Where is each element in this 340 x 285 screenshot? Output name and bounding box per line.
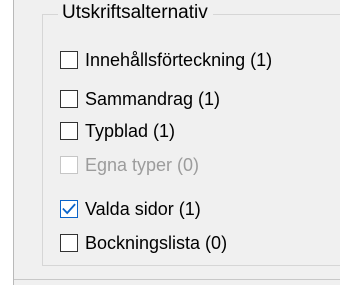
option-summary[interactable]: Sammandrag (1) bbox=[60, 86, 220, 112]
checkbox-checked[interactable] bbox=[60, 200, 78, 218]
group-title: Utskriftsalternativ bbox=[58, 2, 213, 24]
option-label: Sammandrag (1) bbox=[85, 89, 221, 109]
option-bending-list[interactable]: Bockningslista (0) bbox=[60, 230, 227, 256]
option-custom-types: Egna typer (0) bbox=[60, 152, 199, 178]
checkbox-unchecked[interactable] bbox=[60, 90, 78, 108]
divider bbox=[14, 279, 340, 280]
checkbox-unchecked[interactable] bbox=[60, 234, 78, 252]
option-selected-pages[interactable]: Valda sidor (1) bbox=[60, 196, 201, 222]
option-type-sheet[interactable]: Typblad (1) bbox=[60, 118, 175, 144]
option-label: Typblad (1) bbox=[85, 121, 176, 141]
option-label: Bockningslista (0) bbox=[85, 233, 228, 253]
checkmark-icon bbox=[62, 203, 76, 215]
checkbox-disabled bbox=[60, 156, 78, 174]
option-label: Egna typer (0) bbox=[85, 155, 200, 175]
option-label: Innehållsförteckning (1) bbox=[85, 50, 273, 70]
option-label: Valda sidor (1) bbox=[85, 199, 201, 219]
checkbox-unchecked[interactable] bbox=[60, 51, 78, 69]
left-pane-edge bbox=[0, 0, 14, 285]
option-table-of-contents[interactable]: Innehållsförteckning (1) bbox=[60, 47, 272, 73]
print-options-panel: Utskriftsalternativ Innehållsförteckning… bbox=[0, 0, 340, 285]
checkbox-unchecked[interactable] bbox=[60, 122, 78, 140]
